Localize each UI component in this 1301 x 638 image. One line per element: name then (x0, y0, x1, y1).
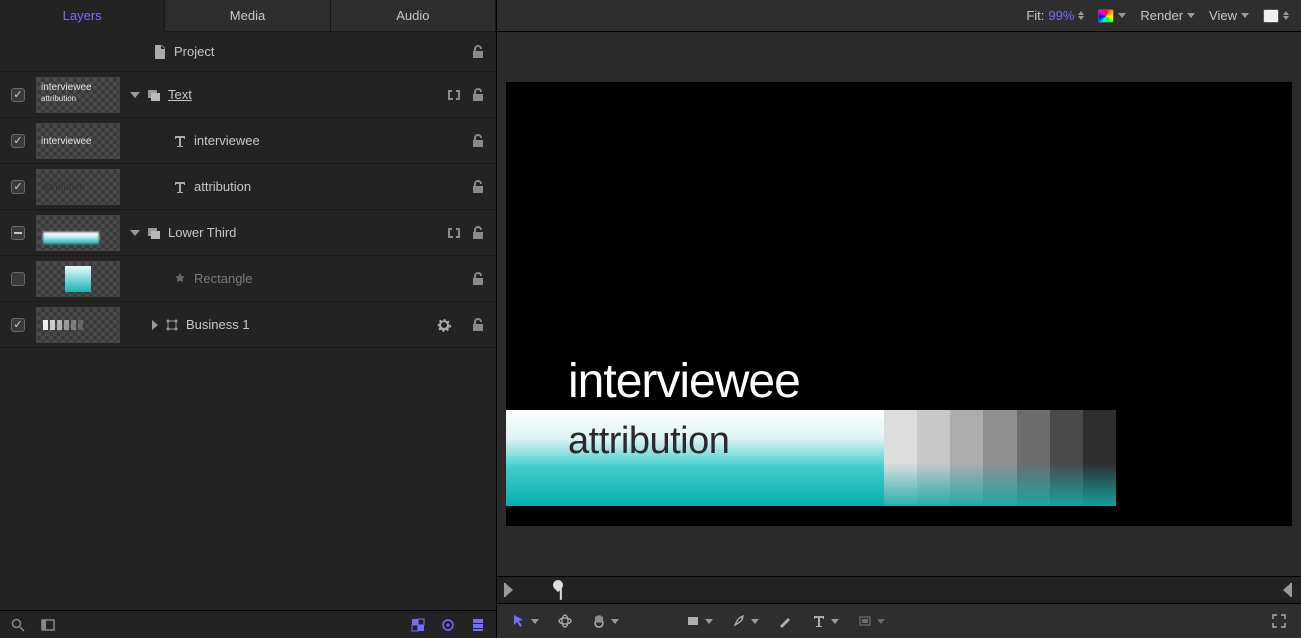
swatch-icon (1263, 9, 1279, 23)
pen-tool[interactable] (731, 613, 759, 629)
chevron-down-icon (611, 619, 619, 624)
fit-label: Fit: (1026, 8, 1044, 23)
viewer-toolbar: Fit: 99% Render View (497, 0, 1301, 32)
chevron-down-icon (877, 619, 885, 624)
stack-icon[interactable] (470, 617, 486, 633)
layer-attribution[interactable]: attribution attribution (0, 164, 496, 210)
search-icon[interactable] (10, 617, 26, 633)
3d-transform-tool[interactable] (557, 613, 573, 629)
gear-icon[interactable] (436, 317, 452, 333)
chevron-down-icon (531, 619, 539, 624)
disclosure-triangle[interactable] (130, 92, 140, 98)
lock-icon[interactable] (470, 44, 486, 60)
chevron-down-icon (705, 619, 713, 624)
visibility-checkbox[interactable] (11, 272, 25, 286)
lock-icon[interactable] (470, 317, 486, 333)
group-icon (146, 225, 162, 241)
view-menu[interactable]: View (1209, 8, 1249, 23)
lock-icon[interactable] (470, 271, 486, 287)
panel-tabs: Layers Media Audio (0, 0, 496, 32)
layer-label: attribution (194, 179, 251, 194)
layer-label: interviewee (194, 133, 260, 148)
layer-thumbnail: attribution (36, 169, 120, 205)
settings-icon[interactable] (440, 617, 456, 633)
text-tool[interactable] (811, 613, 839, 629)
disclosure-triangle[interactable] (130, 230, 140, 236)
layer-rectangle[interactable]: Rectangle (0, 256, 496, 302)
replicator-icon (164, 317, 180, 333)
layer-thumbnail (36, 215, 120, 251)
visibility-checkbox[interactable] (11, 134, 25, 148)
mini-timeline[interactable] (497, 576, 1301, 604)
layer-label: Text (168, 87, 192, 102)
visibility-checkbox[interactable] (11, 180, 25, 194)
stepper-icon (1078, 11, 1084, 20)
playhead[interactable] (551, 578, 565, 592)
lock-icon[interactable] (470, 179, 486, 195)
text-icon (172, 179, 188, 195)
viewer-panel: Fit: 99% Render View interviewee (497, 0, 1301, 638)
layer-label: Lower Third (168, 225, 236, 240)
canvas-toolbar (497, 604, 1301, 638)
layer-thumbnail (36, 261, 120, 297)
canvas-title-text[interactable]: interviewee (506, 358, 1116, 406)
layer-text-group[interactable]: interviewee attribution Text (0, 72, 496, 118)
fit-control[interactable]: Fit: 99% (1026, 8, 1084, 23)
render-menu[interactable]: Render (1140, 8, 1195, 23)
chevron-down-icon (1118, 13, 1126, 18)
layer-thumbnail: interviewee (36, 123, 120, 159)
layer-label: Rectangle (194, 271, 253, 286)
layer-lower-third-group[interactable]: Lower Third (0, 210, 496, 256)
background-menu[interactable] (1263, 9, 1289, 23)
shape-icon (172, 271, 188, 287)
play-range-out[interactable] (1283, 583, 1291, 597)
play-range-in[interactable] (505, 583, 513, 597)
layer-business-1[interactable]: Business 1 (0, 302, 496, 348)
layers-panel: Layers Media Audio Project (0, 0, 497, 638)
left-panel-footer (0, 610, 496, 638)
chevron-down-icon (831, 619, 839, 624)
chevron-down-icon (1241, 13, 1249, 18)
project-icon (152, 44, 168, 60)
layer-label: Business 1 (186, 317, 250, 332)
brush-tool[interactable] (777, 613, 793, 629)
canvas[interactable]: interviewee attribution (506, 82, 1292, 526)
layer-thumbnail (36, 307, 120, 343)
lock-icon[interactable] (470, 133, 486, 149)
tab-layers[interactable]: Layers (0, 0, 165, 32)
tab-audio[interactable]: Audio (331, 0, 496, 32)
visibility-checkbox[interactable] (11, 88, 25, 102)
chevron-down-icon (1187, 13, 1195, 18)
checker-icon[interactable] (410, 617, 426, 633)
mask-tool[interactable] (857, 613, 885, 629)
visibility-checkbox[interactable] (11, 226, 25, 240)
link-icon[interactable] (446, 87, 462, 103)
fit-value: 99% (1048, 8, 1074, 23)
text-icon (172, 133, 188, 149)
lower-third-preview: interviewee attribution (506, 358, 1116, 506)
rectangle-tool[interactable] (685, 613, 713, 629)
layer-interviewee[interactable]: interviewee interviewee (0, 118, 496, 164)
lock-icon[interactable] (470, 225, 486, 241)
visibility-checkbox[interactable] (11, 318, 25, 332)
canvas-area[interactable]: interviewee attribution (497, 32, 1301, 576)
select-tool[interactable] (511, 613, 539, 629)
panel-icon[interactable] (40, 617, 56, 633)
color-channel-menu[interactable] (1098, 9, 1126, 23)
lock-icon[interactable] (470, 87, 486, 103)
pan-tool[interactable] (591, 613, 619, 629)
project-label: Project (174, 44, 214, 59)
color-swatch-icon (1098, 9, 1114, 23)
group-icon (146, 87, 162, 103)
link-icon[interactable] (446, 225, 462, 241)
layer-list: Project interviewee attribution Text (0, 32, 496, 610)
layer-thumbnail: interviewee attribution (36, 77, 120, 113)
tab-media[interactable]: Media (165, 0, 330, 32)
disclosure-triangle[interactable] (152, 320, 158, 330)
fullscreen-icon[interactable] (1271, 613, 1287, 629)
canvas-subtitle-text[interactable]: attribution (568, 420, 729, 463)
stepper-icon (1283, 11, 1289, 20)
chevron-down-icon (751, 619, 759, 624)
project-row[interactable]: Project (0, 32, 496, 72)
